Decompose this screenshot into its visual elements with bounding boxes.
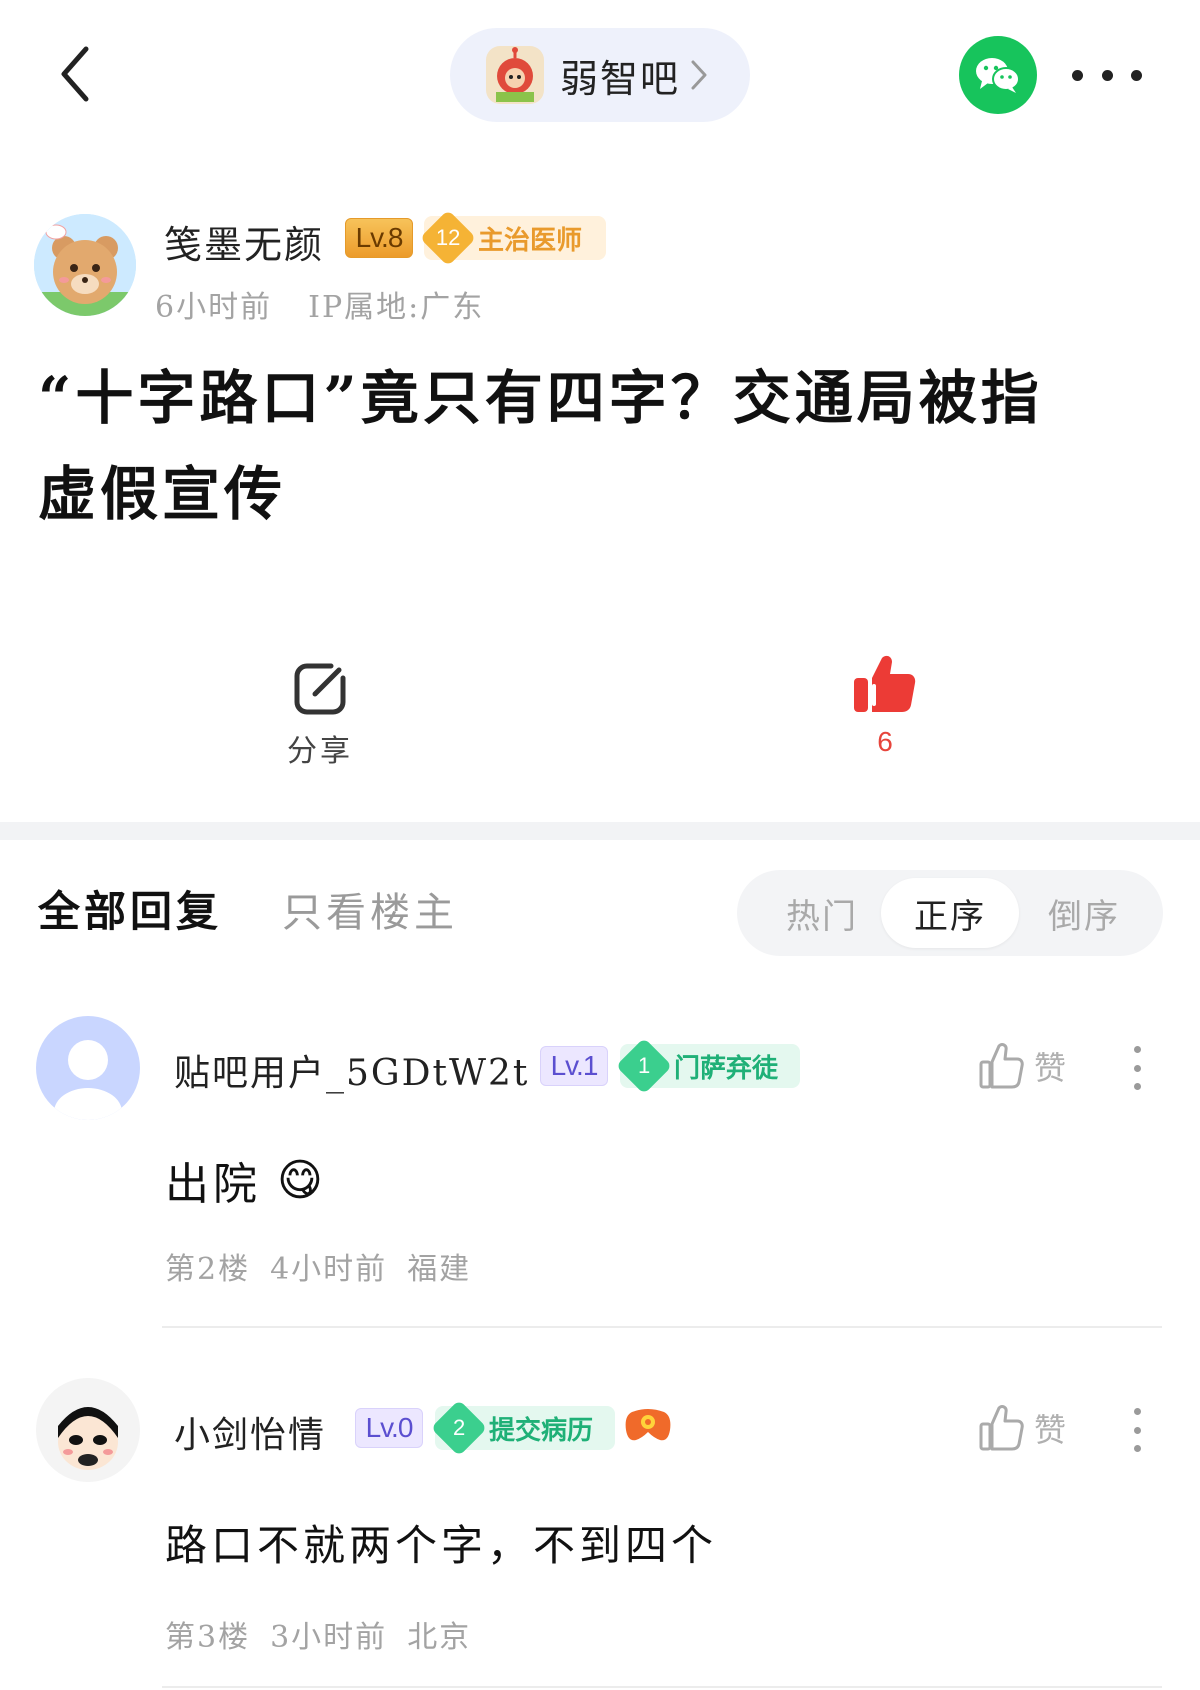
level-badge: Lv.8 (345, 218, 413, 258)
top-bar: 弱智吧 (0, 0, 1200, 150)
dot (1131, 69, 1142, 81)
commenter-avatar[interactable] (36, 1016, 140, 1120)
comment-like-label: 赞 (1034, 1049, 1067, 1087)
honor-title: 主治医师 (478, 225, 583, 256)
ip-location: IP属地:广东 (308, 290, 485, 325)
comment-like-label: 赞 (1034, 1411, 1067, 1449)
post-title-line: “十字路口”竟只有四字？交通局被指 (38, 364, 1043, 432)
level-badge: Lv.1 (540, 1046, 608, 1086)
commenter-name[interactable]: 贴吧用户_5GDtW2t (174, 1044, 529, 1096)
forum-link[interactable]: 弱智吧 (450, 28, 750, 122)
sort-desc[interactable]: 倒序 (1019, 878, 1149, 948)
dot (1133, 1046, 1141, 1053)
comment-time: 3小时前 (270, 1620, 388, 1655)
comment-divider (162, 1686, 1162, 1688)
gamepad-icon (624, 1406, 672, 1450)
honor-title-badge: 12 主治医师 (419, 209, 606, 267)
sort-toggle: 热门 正序 倒序 (737, 870, 1163, 956)
chevron-left-icon (61, 46, 89, 102)
post-meta: 6小时前 IP属地:广东 (155, 282, 484, 326)
sort-hot[interactable]: 热门 (757, 878, 887, 948)
commenter-avatar[interactable] (36, 1378, 140, 1482)
dot (1133, 1064, 1141, 1072)
dot (1133, 1445, 1141, 1452)
honor-title: 门萨弃徒 (674, 1053, 779, 1084)
comment-location: 福建 (407, 1252, 472, 1287)
author-avatar[interactable] (34, 214, 136, 316)
dot (1072, 69, 1083, 81)
author-name[interactable]: 笺墨无颜 (164, 214, 324, 269)
level-badge: Lv.0 (355, 1408, 423, 1448)
like-count: 6 (877, 726, 893, 757)
comment-body: 出院 (165, 1159, 261, 1210)
wechat-icon (976, 58, 1020, 93)
honor-title: 提交病历 (489, 1415, 594, 1446)
comment-meta: 第2楼 4小时前 福建 (165, 1244, 471, 1288)
comment-time: 4小时前 (270, 1252, 388, 1287)
title-level-diamond: 12 (419, 209, 477, 267)
thumbs-up-icon (979, 1043, 1024, 1089)
like-button[interactable]: 6 (835, 650, 935, 758)
share-button[interactable]: 分享 (270, 660, 370, 770)
share-label: 分享 (287, 734, 353, 769)
comment-item: 小剑怡情 Lv.0 2 提交病历 赞 路口不就两个字，不到四个 第3楼 3小时前北… (0, 1378, 1200, 1678)
comment-text: 出院 😋 (165, 1148, 327, 1212)
comment-like-button[interactable]: 赞 (978, 1042, 1066, 1090)
section-divider (0, 822, 1200, 840)
post-time: 6小时前 (155, 290, 273, 325)
yum-face-emoji: 😋 (277, 1154, 327, 1206)
comment-divider (162, 1326, 1162, 1328)
comment-text: 路口不就两个字，不到四个 (165, 1512, 717, 1573)
floor-number: 第3楼 (165, 1620, 251, 1655)
post-title-line: 虚假宣传 (38, 460, 287, 528)
forum-name: 弱智吧 (560, 56, 681, 101)
comment-location: 北京 (407, 1620, 472, 1655)
thumbs-up-icon (979, 1405, 1024, 1451)
thumbs-up-filled-icon (854, 655, 916, 712)
comment-meta: 第3楼 3小时前 北京 (165, 1612, 471, 1656)
commenter-name[interactable]: 小剑怡情 (174, 1406, 326, 1458)
dot (1133, 1426, 1141, 1434)
title-level-diamond: 1 (615, 1037, 673, 1095)
honor-title-badge: 1 门萨弃徒 (615, 1037, 800, 1095)
wechat-share-button[interactable] (959, 36, 1037, 114)
comment-body: 路口不就两个字，不到四个 (165, 1521, 718, 1570)
comment-item: 贴吧用户_5GDtW2t Lv.1 1 门萨弃徒 赞 出院 😋 第2楼 4小时前福… (0, 1016, 1200, 1316)
dot (1133, 1408, 1141, 1415)
comment-more-button[interactable] (1130, 1046, 1144, 1090)
dot (1101, 69, 1113, 81)
forum-avatar (486, 46, 544, 104)
chevron-right-icon (691, 60, 707, 90)
sort-asc[interactable]: 正序 (881, 878, 1019, 948)
tab-all-replies[interactable]: 全部回复 (38, 878, 222, 939)
floor-number: 第2楼 (165, 1252, 251, 1287)
back-button[interactable] (50, 44, 100, 104)
dot (1133, 1083, 1141, 1090)
tab-op-only[interactable]: 只看楼主 (282, 880, 458, 938)
honor-title-badge: 2 提交病历 (430, 1399, 615, 1457)
title-level-diamond: 2 (430, 1399, 488, 1457)
post-title: “十字路口”竟只有四字？交通局被指 虚假宣传 (38, 350, 1148, 542)
more-button[interactable] (1072, 58, 1142, 92)
share-icon (294, 663, 346, 715)
comment-more-button[interactable] (1130, 1408, 1144, 1452)
comment-like-button[interactable]: 赞 (978, 1404, 1066, 1452)
